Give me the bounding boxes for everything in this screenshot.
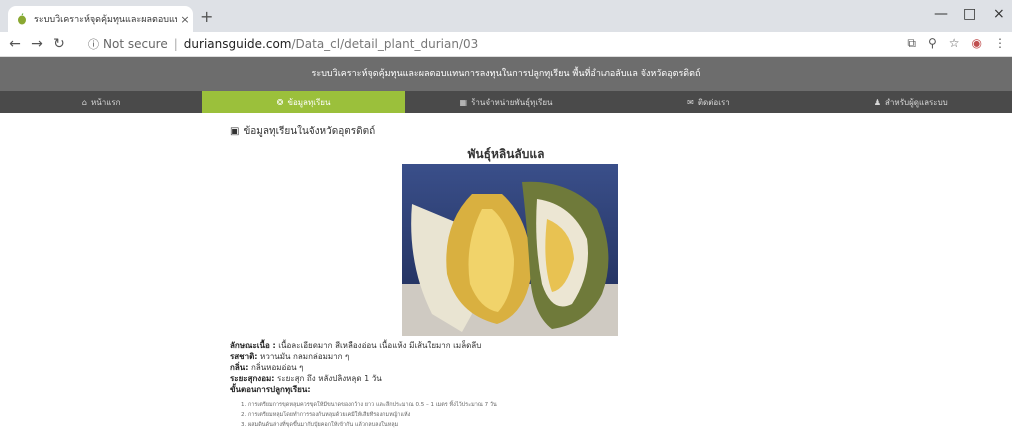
site-menu: ⌂ หน้าแรก ❂ ข้อมูลทุเรียน ▦ ร้านจำหน่ายพ… (0, 91, 1012, 113)
menu-item-durian-info[interactable]: ❂ ข้อมูลทุเรียน (202, 91, 405, 113)
site-title: ระบบวิเคราะห์จุดคุ้มทุนและผลตอบแทนการลงท… (311, 69, 701, 79)
menu-item-label: สำหรับผู้ดูแลระบบ (885, 97, 948, 107)
extension-icon[interactable]: ◉ (972, 36, 982, 51)
detail-ripening: ระยะสุกงอม: ระยะสุก ถึง หลังปลิงหลุด 1 ว… (230, 373, 497, 384)
durian-details: ลักษณะเนื้อ : เนื้อละเอียดมาก สีเหลืองอ่… (230, 340, 497, 430)
menu-item-label: ข้อมูลทุเรียน (287, 97, 331, 107)
maximize-button[interactable]: □ (963, 6, 976, 22)
steps-title: ขั้นตอนการปลูกทุเรียน: (230, 384, 497, 395)
forward-arrow-icon[interactable]: → (26, 36, 48, 52)
menu-item-contact[interactable]: ✉ ติดต่อเรา (607, 91, 809, 113)
menu-item-stores[interactable]: ▦ ร้านจำหน่ายพันธุ์ทุเรียน (405, 91, 607, 113)
url-path: /Data_cl/detail_plant_durian/03 (291, 37, 479, 51)
user-icon: ♟ (873, 97, 882, 107)
tab-title: ระบบวิเคราะห์จุดคุ้มทุนและผลตอบแท... (34, 15, 177, 25)
browser-tab-strip: ระบบวิเคราะห์จุดคุ้มทุนและผลตอบแท... × +… (0, 0, 1012, 32)
steps-title-text: ขั้นตอนการปลูกทุเรียน: (230, 385, 311, 394)
address-bar[interactable]: ⓘ Not secure | duriansguide.com /Data_cl… (88, 34, 938, 54)
close-window-button[interactable]: × (993, 6, 1005, 22)
site-banner: ระบบวิเคราะห์จุดคุ้มทุนและผลตอบแทนการลงท… (0, 57, 1012, 91)
book-icon: ▣ (230, 126, 240, 137)
menu-kebab-icon[interactable]: ⋮ (994, 36, 1006, 51)
detail-flesh: ลักษณะเนื้อ : เนื้อละเอียดมาก สีเหลืองอ่… (230, 340, 497, 351)
reload-icon[interactable]: ↻ (48, 36, 70, 52)
menu-item-label: ร้านจำหน่ายพันธุ์ทุเรียน (471, 97, 553, 107)
new-tab-button[interactable]: + (200, 7, 213, 26)
detail-value: กลิ่นหอมอ่อน ๆ (250, 363, 304, 372)
section-title: ▣ ข้อมูลทุเรียนในจังหวัดอุตรดิตถ์ (230, 124, 375, 139)
detail-label: ระยะสุกงอม: (230, 374, 275, 383)
list-item: ผสมดินด้นล่างที่ขุดขึ้นมากับปุ๋ยคอกให้เข… (248, 420, 497, 430)
list-item: การเตรียมการขุดหลุมควรขุดให้มีขนาดของกว้… (248, 400, 497, 410)
detail-value: ระยะสุก ถึง หลังปลิงหลุด 1 วัน (277, 374, 382, 383)
url-host: duriansguide.com (183, 37, 292, 51)
steps-list: การเตรียมการขุดหลุมควรขุดให้มีขนาดของกว้… (248, 400, 497, 430)
durian-icon: ❂ (276, 97, 284, 107)
page-title: พันธุ์หลินลับแล (467, 147, 545, 161)
toolbar-icons: ⧉ ⚲ ☆ ◉ ⋮ (907, 36, 1006, 51)
detail-taste: รสชาติ: หวานมัน กลมกล่อมมาก ๆ (230, 351, 497, 362)
menu-item-label: ติดต่อเรา (697, 97, 730, 107)
menu-item-home[interactable]: ⌂ หน้าแรก (0, 91, 202, 113)
bookmark-star-icon[interactable]: ☆ (949, 36, 960, 51)
zoom-icon[interactable]: ⚲ (928, 36, 937, 51)
detail-label: รสชาติ: (230, 352, 258, 361)
detail-smell: กลิ่น: กลิ่นหอมอ่อน ๆ (230, 362, 497, 373)
detail-label: กลิ่น: (230, 363, 249, 372)
browser-toolbar: ← → ↻ ⓘ Not secure | duriansguide.com /D… (0, 32, 1012, 57)
chat-icon: ✉ (687, 97, 694, 107)
detail-label: ลักษณะเนื้อ : (230, 341, 276, 350)
security-label: Not secure (103, 37, 168, 51)
translate-icon[interactable]: ⧉ (907, 36, 916, 51)
menu-item-label: หน้าแรก (90, 97, 121, 107)
back-arrow-icon[interactable]: ← (4, 36, 26, 52)
minimize-button[interactable]: — (934, 6, 948, 22)
omnibox-divider: | (173, 37, 178, 51)
durian-favicon-icon (18, 13, 26, 25)
list-item: การเตรียมหลุมโดยทำการรองก้นหลุมด้วยเคมีใ… (248, 410, 497, 420)
home-icon: ⌂ (81, 97, 87, 107)
store-icon: ▦ (459, 97, 468, 107)
durian-photo (402, 164, 618, 336)
info-icon[interactable]: ⓘ (88, 36, 99, 52)
tab-close-icon[interactable]: × (177, 13, 193, 26)
detail-value: หวานมัน กลมกล่อมมาก ๆ (260, 352, 350, 361)
section-title-text: ข้อมูลทุเรียนในจังหวัดอุตรดิตถ์ (243, 126, 376, 137)
detail-value: เนื้อละเอียดมาก สีเหลืองอ่อน เนื้อแห้ง ม… (278, 341, 482, 350)
browser-tab[interactable]: ระบบวิเคราะห์จุดคุ้มทุนและผลตอบแท... × (8, 6, 193, 32)
menu-item-admin[interactable]: ♟ สำหรับผู้ดูแลระบบ (810, 91, 1012, 113)
